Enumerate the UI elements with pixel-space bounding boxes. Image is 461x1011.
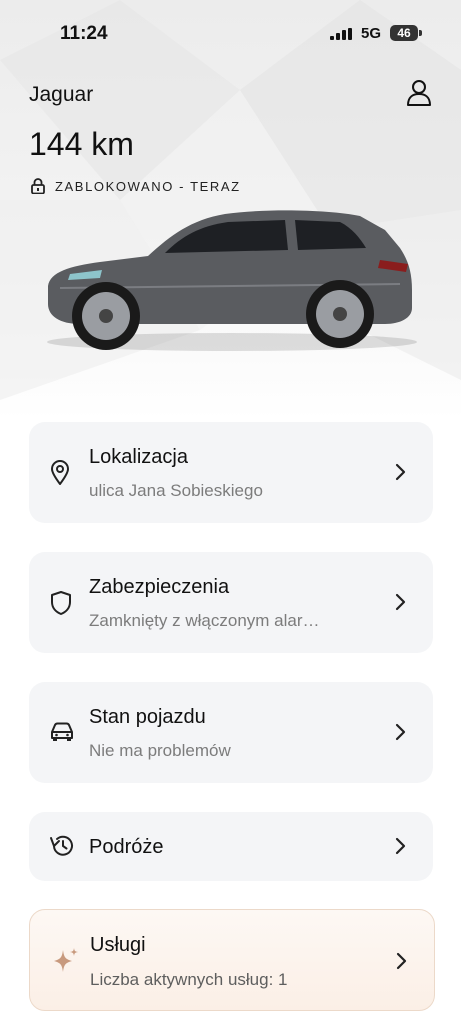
odometer-value: 144 km: [29, 126, 134, 162]
hero-section: 11:24 5G 46 Jaguar 144 km ZABLOKOWANO - …: [0, 0, 461, 420]
network-type: 5G: [361, 25, 382, 42]
vehicle-image: [47, 210, 417, 351]
history-icon: [50, 835, 73, 856]
chevron-right-icon: [395, 837, 406, 855]
chevron-right-icon: [396, 952, 407, 970]
battery-cap: [419, 30, 422, 36]
shield-icon: [51, 591, 71, 615]
security-card[interactable]: Zabezpieczenia Zamknięty z włączonym ala…: [29, 552, 433, 653]
trips-card[interactable]: Podróże: [29, 812, 433, 881]
lock-status-text: ZABLOKOWANO - TERAZ: [55, 178, 241, 194]
car-icon: [51, 722, 73, 741]
location-title: Lokalizacja: [89, 446, 188, 468]
chevron-right-icon: [395, 593, 406, 611]
vehicle-brand: Jaguar: [29, 83, 94, 106]
clock: 11:24: [60, 23, 108, 44]
services-title: Usługi: [90, 934, 146, 956]
lock-icon: [31, 178, 45, 194]
chevron-right-icon: [395, 463, 406, 481]
vehicle-status-title: Stan pojazdu: [89, 706, 206, 728]
profile-icon[interactable]: [405, 78, 433, 106]
lock-status: ZABLOKOWANO - TERAZ: [31, 178, 241, 194]
vehicle-status-card[interactable]: Stan pojazdu Nie ma problemów: [29, 682, 433, 783]
battery-icon: 46: [390, 25, 418, 41]
security-subtitle: Zamknięty z włączonym alar…: [89, 611, 320, 630]
trips-title: Podróże: [89, 836, 164, 858]
sparkle-icon: [54, 948, 78, 972]
services-subtitle: Liczba aktywnych usług: 1: [90, 970, 288, 989]
location-pin-icon: [51, 460, 69, 485]
security-title: Zabezpieczenia: [89, 576, 230, 598]
chevron-right-icon: [395, 723, 406, 741]
location-card[interactable]: Lokalizacja ulica Jana Sobieskiego: [29, 422, 433, 523]
status-bar: 11:24 5G 46: [0, 0, 461, 64]
location-subtitle: ulica Jana Sobieskiego: [89, 481, 263, 500]
signal-icon: [330, 28, 352, 40]
vehicle-status-subtitle: Nie ma problemów: [89, 741, 231, 760]
services-card[interactable]: Usługi Liczba aktywnych usług: 1: [29, 909, 435, 1011]
